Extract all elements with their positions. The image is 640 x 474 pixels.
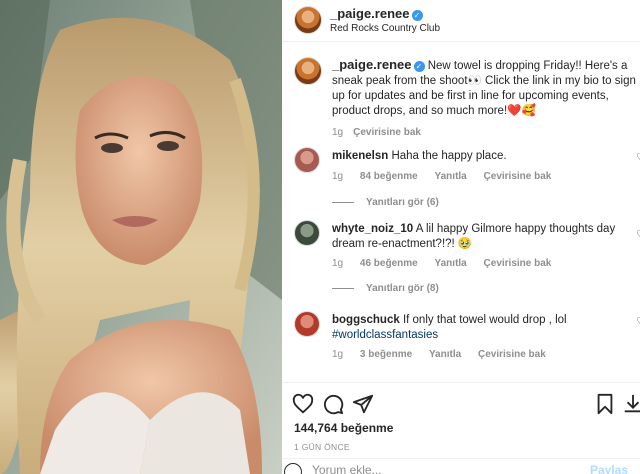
translate-link[interactable]: Çevirisine bak	[484, 171, 552, 182]
comment-meta: 1g 3 beğenme Yanıtla Çevirisine bak	[332, 349, 560, 360]
commenter-username[interactable]: mikenelsn	[332, 150, 388, 162]
verified-badge-icon: ✓	[411, 10, 423, 21]
comment-hashtag[interactable]: #worldclassfantasies	[332, 329, 438, 341]
comment-text-block: boggschuck If only that towel would drop…	[332, 313, 636, 343]
author-username[interactable]: _paige.renee ✓	[330, 6, 423, 21]
reply-button[interactable]: Yanıtla	[435, 171, 467, 182]
reply-button[interactable]: Yanıtla	[435, 258, 467, 269]
commenter-avatar[interactable]	[294, 147, 320, 173]
comment-text: If only that towel would drop , lol	[402, 314, 567, 326]
download-icon[interactable]	[622, 393, 640, 415]
comment-text-block: mikenelsn Haha the happy place.	[332, 149, 636, 164]
comment-age: 1g	[332, 349, 344, 360]
commenter-avatar[interactable]	[294, 311, 320, 337]
caption-age: 1g	[332, 127, 344, 138]
send-icon[interactable]	[352, 393, 374, 415]
post-timestamp: 1 GÜN ÖNCE	[294, 442, 350, 452]
comment-like-heart-icon[interactable]: ♡	[636, 315, 640, 328]
view-replies-button[interactable]: Yanıtları gör (8)	[332, 283, 439, 294]
comment-likes[interactable]: 46 beğenme	[360, 258, 418, 269]
add-comment-bar: Paylaş	[282, 458, 640, 474]
view-replies-button[interactable]: Yanıtları gör (6)	[332, 197, 439, 208]
comment-meta: 1g 84 beğenme Yanıtla Çevirisine bak	[332, 171, 565, 182]
caption-username[interactable]: _paige.renee	[332, 57, 412, 72]
comment-input[interactable]	[312, 463, 562, 474]
post-header: _paige.renee ✓ Red Rocks Country Club	[282, 0, 640, 42]
comment-text: Haha the happy place.	[391, 150, 507, 162]
comment-like-heart-icon[interactable]: ♡	[636, 151, 640, 164]
caption-translate-link[interactable]: Çevirisine bak	[353, 127, 421, 138]
author-avatar[interactable]	[294, 6, 322, 34]
comment-likes[interactable]: 84 beğenme	[360, 171, 418, 182]
post-likes-count[interactable]: 144,764 beğenme	[294, 421, 393, 435]
comment-like-heart-icon[interactable]: ♡	[636, 228, 640, 241]
post-panel: _paige.renee ✓ Red Rocks Country Club _pa…	[282, 0, 640, 474]
comment-text-block: whyte_noiz_10 A lil happy Gilmore happy …	[332, 222, 636, 252]
post-photo	[0, 0, 282, 474]
emoji-icon[interactable]	[284, 463, 302, 474]
post-comment-button[interactable]: Paylaş	[590, 463, 628, 474]
comment-age: 1g	[332, 171, 344, 182]
commenter-username[interactable]: boggschuck	[332, 314, 400, 326]
caption-avatar[interactable]	[294, 57, 322, 85]
comment-meta: 1g 46 beğenme Yanıtla Çevirisine bak	[332, 258, 565, 269]
verified-badge-icon: ✓	[413, 61, 425, 72]
comment-age: 1g	[332, 258, 344, 269]
reply-button[interactable]: Yanıtla	[429, 349, 461, 360]
caption-text-block: _paige.renee ✓ New towel is dropping Frid…	[332, 57, 640, 140]
comment-icon[interactable]	[322, 393, 344, 415]
comment-likes[interactable]: 3 beğenme	[360, 349, 412, 360]
translate-link[interactable]: Çevirisine bak	[478, 349, 546, 360]
post-location[interactable]: Red Rocks Country Club	[330, 23, 440, 34]
heart-icon[interactable]	[292, 393, 314, 415]
translate-link[interactable]: Çevirisine bak	[484, 258, 552, 269]
comments-section[interactable]: _paige.renee ✓ New towel is dropping Frid…	[282, 43, 640, 382]
bookmark-icon[interactable]	[594, 393, 616, 415]
commenter-avatar[interactable]	[294, 220, 320, 246]
commenter-username[interactable]: whyte_noiz_10	[332, 223, 413, 235]
caption-meta: 1g Çevirisine bak	[332, 125, 640, 140]
post-actions-bar	[282, 382, 640, 422]
